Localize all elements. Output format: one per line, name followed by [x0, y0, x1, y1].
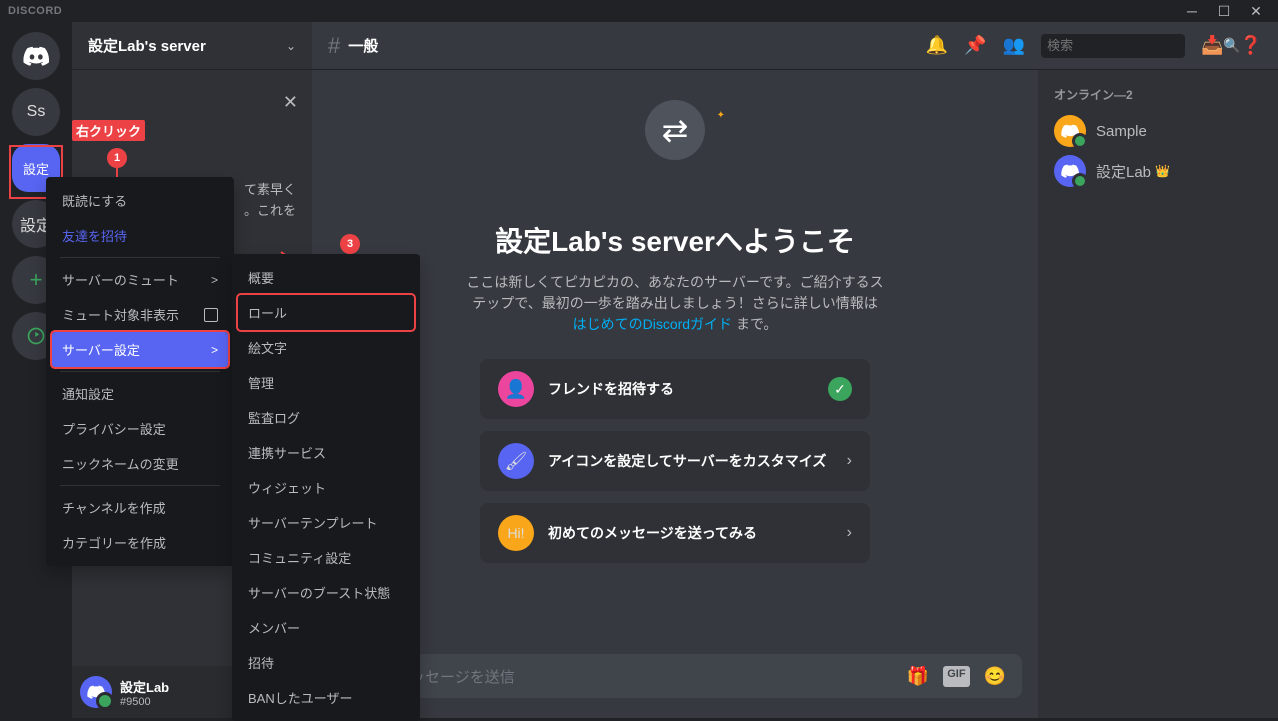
- paint-icon: 🖌: [498, 443, 534, 479]
- guild-ss[interactable]: Ss: [12, 88, 60, 136]
- gift-icon[interactable]: 🎁: [907, 666, 929, 687]
- ctx-item-7[interactable]: サーバーテンプレート: [238, 505, 414, 540]
- pin-icon[interactable]: 📌: [964, 35, 986, 56]
- ctx-item-8[interactable]: チャンネルを作成: [52, 490, 228, 525]
- ctx-item-5[interactable]: 通知設定: [52, 376, 228, 411]
- inbox-icon[interactable]: 📥: [1201, 35, 1223, 56]
- user-avatar[interactable]: [80, 676, 112, 708]
- members-header: オンライン—2: [1054, 86, 1262, 103]
- minimize-button[interactable]: ─: [1178, 0, 1206, 22]
- avatar: [1054, 115, 1086, 147]
- chat-header: # 一般 🔔 📌 👥 🔍 📥 ❓: [312, 22, 1278, 70]
- ctx-item-2[interactable]: 絵文字: [238, 330, 414, 365]
- ctx-item-2[interactable]: サーバーのミュート>: [52, 262, 228, 297]
- ctx-item-8[interactable]: コミュニティ設定: [238, 540, 414, 575]
- guide-link[interactable]: はじめてのDiscordガイド: [573, 316, 732, 332]
- message-placeholder: へメッセージを送信: [380, 666, 907, 687]
- server-context-menu: 既読にする友達を招待サーバーのミュート>ミュート対象非表示サーバー設定> 通知設定…: [46, 177, 234, 566]
- member-sample[interactable]: Sample: [1054, 111, 1262, 151]
- search-icon: 🔍: [1223, 37, 1240, 54]
- gif-button[interactable]: GIF: [943, 666, 969, 687]
- ctx-item-4[interactable]: サーバー設定>: [52, 332, 228, 367]
- server-header[interactable]: 設定Lab's server ⌄: [72, 22, 312, 70]
- server-settings-submenu: 概要ロール絵文字管理監査ログ連携サービスウィジェットサーバーテンプレートコミュニ…: [232, 254, 420, 721]
- home-button[interactable]: [12, 32, 60, 80]
- ctx-item-0[interactable]: 既読にする: [52, 183, 228, 218]
- ctx-item-9[interactable]: サーバーのブースト状態: [238, 575, 414, 610]
- help-icon[interactable]: ❓: [1240, 35, 1262, 56]
- app-logo: DISCORD: [8, 5, 62, 17]
- channel-name: 一般: [348, 35, 926, 56]
- avatar: [1054, 155, 1086, 187]
- hash-icon: #: [328, 33, 340, 59]
- member-setteilab[interactable]: 設定Lab 👑: [1054, 151, 1262, 191]
- chevron-right-icon: ›: [847, 524, 852, 542]
- ctx-item-1[interactable]: ロール: [238, 295, 414, 330]
- card-customize[interactable]: 🖌 アイコンを設定してサーバーをカスタマイズ ›: [480, 431, 870, 491]
- emoji-icon[interactable]: 😊: [984, 666, 1006, 687]
- ctx-item-9[interactable]: カテゴリーを作成: [52, 525, 228, 560]
- card-invite[interactable]: 👤 フレンドを招待する ✓: [480, 359, 870, 419]
- ctx-item-5[interactable]: 連携サービス: [238, 435, 414, 470]
- message-input[interactable]: + へメッセージを送信 🎁 GIF 😊: [328, 654, 1022, 698]
- ctx-item-7[interactable]: ニックネームの変更: [52, 446, 228, 481]
- titlebar: DISCORD ─ ☐ ✕: [0, 0, 1278, 22]
- member-list: オンライン—2 Sample 設定Lab 👑: [1038, 70, 1278, 718]
- ctx-item-11[interactable]: 招待: [238, 645, 414, 680]
- chat-area: # 一般 🔔 📌 👥 🔍 📥 ❓ ✦ 設定Lab's serverへようこそ こ…: [312, 22, 1278, 718]
- card-first-msg[interactable]: Hi! 初めてのメッセージを送ってみる ›: [480, 503, 870, 563]
- ctx-item-4[interactable]: 監査ログ: [238, 400, 414, 435]
- search-box[interactable]: 🔍: [1041, 34, 1185, 58]
- ctx-item-6[interactable]: ウィジェット: [238, 470, 414, 505]
- ctx-item-6[interactable]: プライバシー設定: [52, 411, 228, 446]
- welcome-desc: ここは新しくてピカピカの、あなたのサーバーです。ご紹介するステップで、最初の一歩…: [465, 272, 885, 335]
- ctx-item-3[interactable]: 管理: [238, 365, 414, 400]
- swap-icon: ✦: [645, 100, 705, 160]
- members-icon[interactable]: 👥: [1003, 35, 1025, 56]
- close-button[interactable]: ✕: [1242, 0, 1270, 22]
- ctx-item-0[interactable]: 概要: [238, 260, 414, 295]
- chevron-down-icon: ⌄: [286, 39, 296, 53]
- chat-content: ✦ 設定Lab's serverへようこそ ここは新しくてピカピカの、あなたのサ…: [312, 70, 1038, 718]
- maximize-button[interactable]: ☐: [1210, 0, 1238, 22]
- ctx-item-1[interactable]: 友達を招待: [52, 218, 228, 253]
- search-input[interactable]: [1047, 38, 1223, 53]
- ctx-item-3[interactable]: ミュート対象非表示: [52, 297, 228, 332]
- ctx-item-12[interactable]: BANしたユーザー: [238, 680, 414, 715]
- server-name: 設定Lab's server: [88, 35, 206, 56]
- welcome-title: 設定Lab's serverへようこそ: [495, 220, 855, 260]
- close-icon[interactable]: ✕: [283, 92, 298, 113]
- chevron-right-icon: ›: [847, 452, 852, 470]
- window-controls: ─ ☐ ✕: [1178, 0, 1270, 22]
- bell-icon[interactable]: 🔔: [926, 35, 948, 56]
- crown-icon: 👑: [1155, 164, 1170, 178]
- ctx-item-10[interactable]: メンバー: [238, 610, 414, 645]
- invite-icon: 👤: [498, 371, 534, 407]
- msg-icon: Hi!: [498, 515, 534, 551]
- check-icon: ✓: [828, 377, 852, 401]
